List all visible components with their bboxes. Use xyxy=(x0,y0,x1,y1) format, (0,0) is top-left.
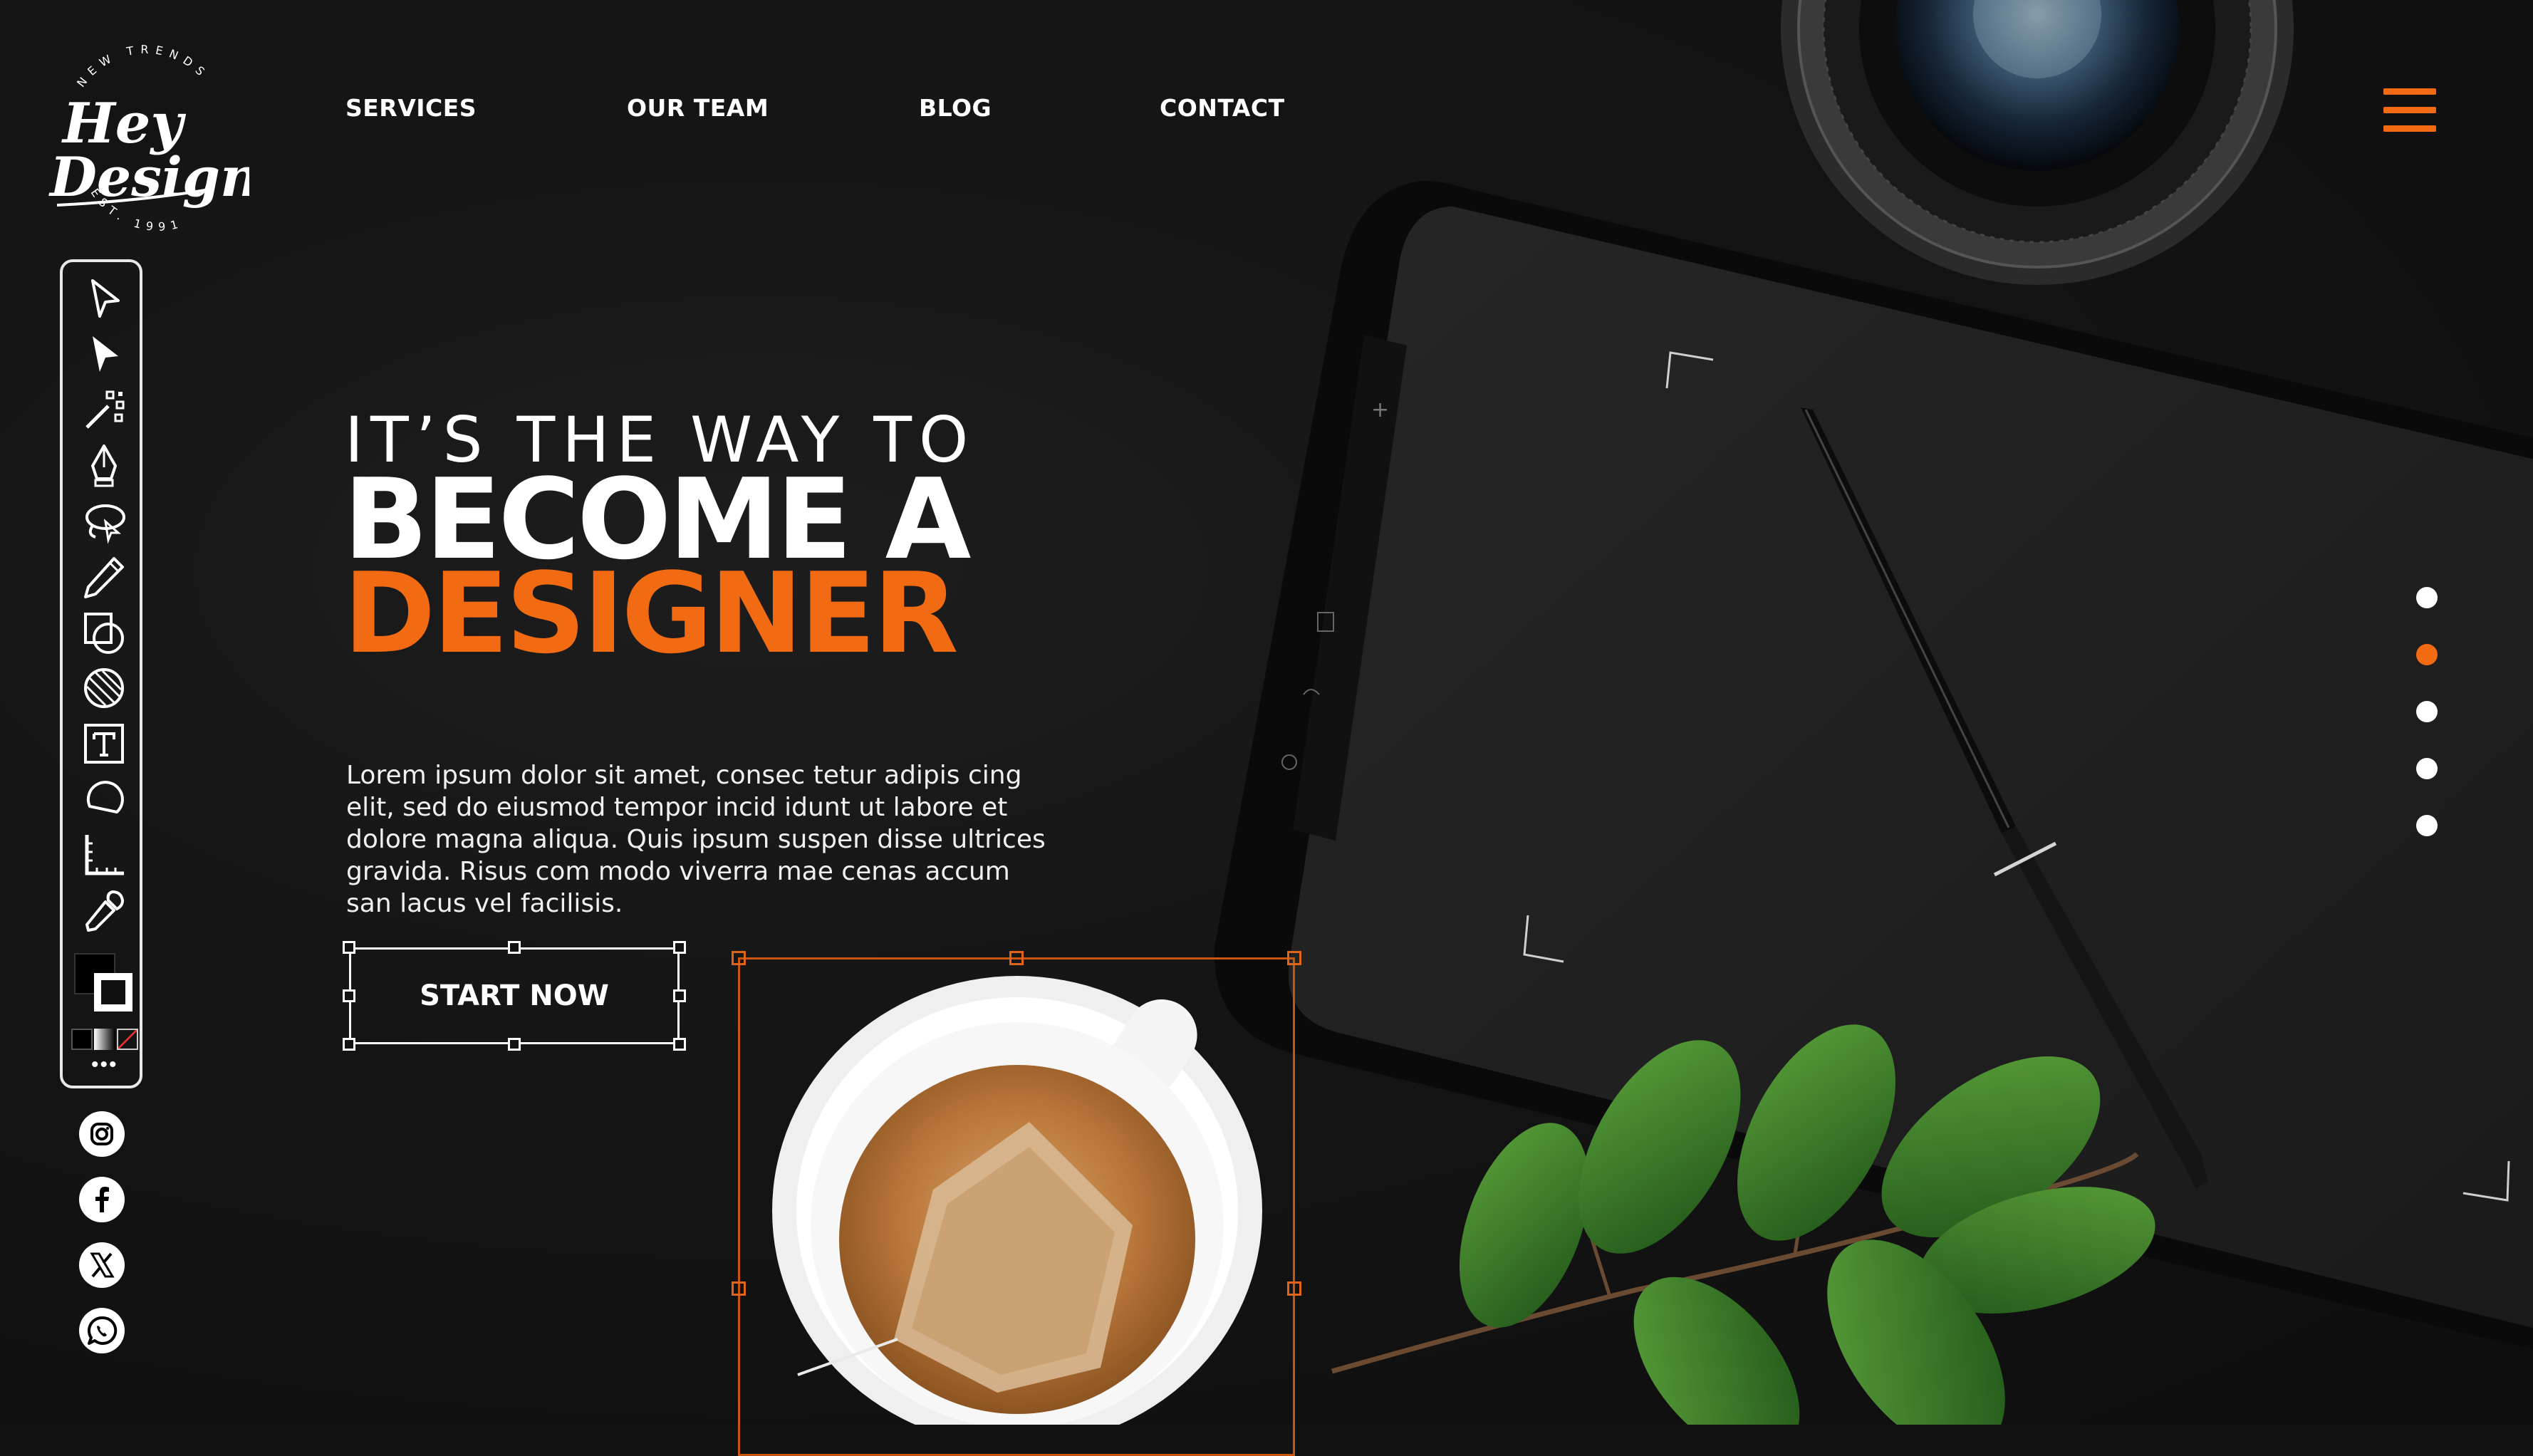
hero-headline-line2: DESIGNER xyxy=(343,548,959,678)
logo-arc-top: NEW TRENDS xyxy=(74,43,205,90)
rotate-tool-icon[interactable] xyxy=(80,775,128,823)
image-selection-handle xyxy=(1287,951,1301,965)
hero-body-text: Lorem ipsum dolor sit amet, consec tetur… xyxy=(346,761,1046,918)
selection-handle xyxy=(508,1038,521,1051)
nav-item-contact[interactable]: CONTACT xyxy=(1160,94,1285,122)
selection-handle xyxy=(343,941,355,954)
selection-handle xyxy=(508,941,521,954)
instagram-icon[interactable] xyxy=(79,1111,125,1157)
direct-selection-tool-icon[interactable] xyxy=(80,331,128,379)
selection-handle xyxy=(343,989,355,1002)
svg-text:NEW TRENDS: NEW TRENDS xyxy=(74,43,212,90)
slide-dot-2[interactable] xyxy=(2416,644,2438,665)
none-mode-icon[interactable] xyxy=(117,1029,138,1050)
nav-item-blog[interactable]: BLOG xyxy=(919,94,992,122)
nav-item-our-team[interactable]: OUR TEAM xyxy=(627,94,769,122)
magic-wand-icon[interactable] xyxy=(80,386,128,435)
slide-dot-1[interactable] xyxy=(2416,587,2438,608)
lasso-tool-icon[interactable] xyxy=(80,497,128,546)
hamburger-menu-icon[interactable] xyxy=(2383,88,2436,132)
pen-tool-icon[interactable] xyxy=(80,442,128,490)
shape-builder-icon[interactable] xyxy=(80,664,128,712)
selection-handle xyxy=(673,989,686,1002)
gradient-mode-icon[interactable] xyxy=(94,1029,115,1050)
image-selection-handle xyxy=(1287,1281,1301,1296)
selection-handle xyxy=(343,1038,355,1051)
x-icon[interactable] xyxy=(79,1242,125,1288)
nav-item-services[interactable]: SERVICES xyxy=(345,94,477,122)
start-now-label: START NOW xyxy=(420,979,609,1012)
selection-tool-icon[interactable] xyxy=(80,275,128,323)
image-selection-handle xyxy=(732,1281,746,1296)
image-selection-handle xyxy=(732,951,746,965)
image-selection-handle xyxy=(1009,951,1024,965)
image-selection-frame xyxy=(738,957,1295,1456)
whatsapp-icon[interactable] xyxy=(79,1308,125,1353)
selection-handle xyxy=(673,1038,686,1051)
more-tools-icon[interactable]: ••• xyxy=(91,1053,118,1077)
slide-dot-5[interactable] xyxy=(2416,815,2438,836)
pencil-tool-icon[interactable] xyxy=(80,553,128,601)
stroke-color-swatch[interactable] xyxy=(94,973,132,1012)
slide-dot-4[interactable] xyxy=(2416,758,2438,779)
ruler-tool-icon[interactable] xyxy=(80,831,128,879)
slide-dot-3[interactable] xyxy=(2416,701,2438,722)
color-mode-icon[interactable] xyxy=(71,1029,93,1050)
design-toolbar: ••• xyxy=(60,259,142,1088)
facebook-icon[interactable] xyxy=(79,1177,125,1222)
type-tool-icon[interactable] xyxy=(80,719,128,768)
eyedropper-icon[interactable] xyxy=(80,886,128,935)
selection-handle xyxy=(673,941,686,954)
shape-tool-icon[interactable] xyxy=(80,608,128,657)
start-now-button[interactable]: START NOW xyxy=(349,947,680,1044)
brand-logo[interactable]: NEW TRENDS EST. 1991 Hey Design xyxy=(43,43,259,242)
